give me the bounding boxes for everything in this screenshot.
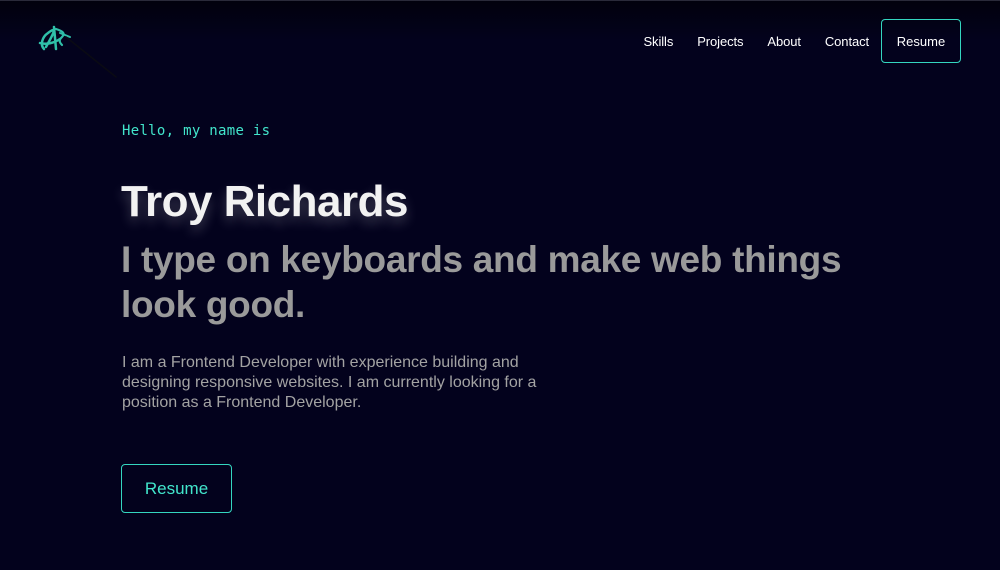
nav-link-skills[interactable]: Skills [643, 34, 673, 49]
hero-name: Troy Richards [121, 177, 408, 226]
signature-logo-icon[interactable] [36, 23, 122, 83]
greeting-text: Hello, my name is [122, 123, 271, 139]
main-nav: Skills Projects About Contact Resume [643, 19, 961, 63]
nav-link-contact[interactable]: Contact [825, 34, 869, 49]
page: Skills Projects About Contact Resume Hel… [0, 0, 1000, 570]
hero-bio: I am a Frontend Developer with experienc… [122, 354, 537, 411]
nav-resume-button[interactable]: Resume [881, 19, 961, 63]
nav-link-about[interactable]: About [767, 34, 801, 49]
hero-tagline: I type on keyboards and make web things … [121, 239, 842, 325]
hero-resume-button[interactable]: Resume [121, 464, 232, 513]
nav-link-projects[interactable]: Projects [697, 34, 743, 49]
